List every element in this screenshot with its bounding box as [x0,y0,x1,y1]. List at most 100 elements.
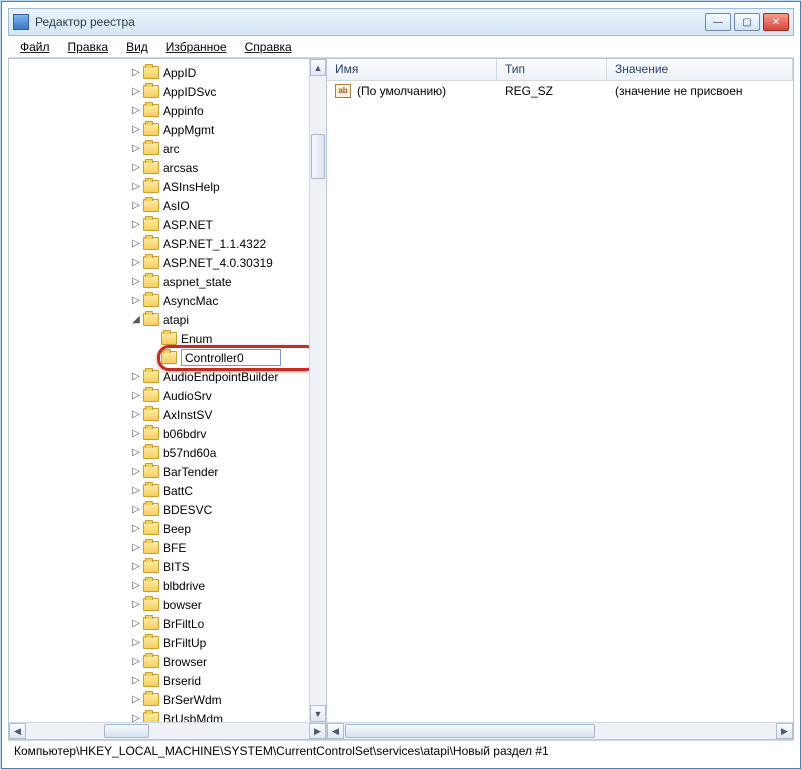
expand-toggle-icon[interactable]: ▷ [129,675,143,686]
list-row[interactable]: ab(По умолчанию)REG_SZ(значение не присв… [327,81,793,100]
scroll-thumb-h[interactable] [104,724,149,738]
tree-node[interactable]: ▷BarTender [129,462,326,481]
column-name[interactable]: Имя [327,59,497,80]
expand-toggle-icon[interactable]: ▷ [129,447,143,458]
tree-node[interactable]: ▷AsyncMac [129,291,326,310]
tree-node[interactable]: ▷arcsas [129,158,326,177]
scroll-left-button[interactable]: ◀ [9,723,26,739]
column-value[interactable]: Значение [607,59,793,80]
expand-toggle-icon[interactable]: ▷ [129,599,143,610]
tree-node[interactable]: ▷ b06bdrv [129,424,326,443]
tree-node[interactable]: ▷Appinfo [129,101,326,120]
expand-toggle-icon[interactable]: ▷ [129,523,143,534]
tree-node[interactable]: ▷Browser [129,652,326,671]
tree-node[interactable]: ▷AppMgmt [129,120,326,139]
expand-toggle-icon[interactable]: ▷ [129,561,143,572]
scroll-right-button[interactable]: ▶ [309,723,326,739]
scroll-up-button[interactable]: ▲ [310,59,326,76]
expand-toggle-icon[interactable]: ▷ [129,504,143,515]
tree-node-label: b06bdrv [163,427,206,441]
minimize-button[interactable]: — [705,13,731,31]
tree-node-label: ASP.NET_1.1.4322 [163,237,266,251]
tree-node[interactable]: ▷ AudioEndpointBuilder [129,367,326,386]
tree-node[interactable]: ◢atapi [129,310,326,329]
tree-node[interactable]: ▷blbdrive [129,576,326,595]
menu-favorites[interactable]: Избранное [158,38,235,56]
tree-node[interactable]: ▷AudioSrv [129,386,326,405]
expand-toggle-icon[interactable]: ▷ [129,390,143,401]
expand-toggle-icon[interactable]: ▷ [129,143,143,154]
tree-node[interactable]: ▷BattC [129,481,326,500]
tree-node[interactable]: Enum [129,329,326,348]
tree-node[interactable]: ▷ASP.NET_4.0.30319 [129,253,326,272]
expand-toggle-icon[interactable]: ▷ [129,257,143,268]
scroll-left-button[interactable]: ◀ [327,723,344,739]
tree-node[interactable]: ▷BFE [129,538,326,557]
expand-toggle-icon[interactable]: ▷ [129,580,143,591]
expand-toggle-icon[interactable]: ▷ [129,124,143,135]
expand-toggle-icon[interactable]: ▷ [129,86,143,97]
menu-help[interactable]: Справка [237,38,300,56]
tree-node[interactable]: ▷aspnet_state [129,272,326,291]
expand-toggle-icon[interactable]: ◢ [129,314,143,325]
tree-node[interactable]: ▷BrSerWdm [129,690,326,709]
tree-node[interactable]: ▷Beep [129,519,326,538]
expand-toggle-icon[interactable]: ▷ [129,618,143,629]
tree-node[interactable]: ▷BITS [129,557,326,576]
expand-toggle-icon[interactable]: ▷ [129,181,143,192]
tree-node[interactable]: ▷BrUsbMdm [129,709,326,722]
vertical-scrollbar[interactable]: ▲ ▼ [309,59,326,722]
tree-node[interactable]: ▷BrFiltUp [129,633,326,652]
close-button[interactable]: ✕ [763,13,789,31]
tree-node[interactable]: ▷AppID [129,63,326,82]
tree-node[interactable]: ▷AxInstSV [129,405,326,424]
expand-toggle-icon[interactable]: ▷ [129,238,143,249]
horizontal-scrollbar-right[interactable]: ◀ ▶ [327,722,793,739]
tree-node[interactable]: ▷ASInsHelp [129,177,326,196]
expand-toggle-icon[interactable]: ▷ [129,295,143,306]
expand-toggle-icon[interactable]: ▷ [129,276,143,287]
expand-toggle-icon[interactable]: ▷ [129,409,143,420]
expand-toggle-icon[interactable]: ▷ [129,466,143,477]
scroll-thumb-h[interactable] [345,724,595,738]
maximize-button[interactable]: ▢ [734,13,760,31]
tree-node[interactable]: ▷ASP.NET [129,215,326,234]
tree-node-label: arc [163,142,180,156]
tree-node[interactable]: ▷BDESVC [129,500,326,519]
list-body[interactable]: ab(По умолчанию)REG_SZ(значение не присв… [327,81,793,722]
expand-toggle-icon[interactable]: ▷ [129,428,143,439]
tree-node-editing[interactable] [129,348,326,367]
tree-node[interactable]: ▷AppIDSvc [129,82,326,101]
expand-toggle-icon[interactable]: ▷ [129,200,143,211]
tree-node[interactable]: ▷BrFiltLo [129,614,326,633]
expand-toggle-icon[interactable]: ▷ [129,105,143,116]
expand-toggle-icon[interactable]: ▷ [129,485,143,496]
tree-node[interactable]: ▷ arc [129,139,326,158]
horizontal-scrollbar-left[interactable]: ◀ ▶ [9,722,326,739]
expand-toggle-icon[interactable]: ▷ [129,694,143,705]
tree-node[interactable]: ▷ ASP.NET_1.1.4322 [129,234,326,253]
tree-node[interactable]: ▷b57nd60a [129,443,326,462]
tree-node-label: AudioEndpointBuilder [163,370,278,384]
tree-node[interactable]: ▷AsIO [129,196,326,215]
expand-toggle-icon[interactable]: ▷ [129,542,143,553]
rename-input[interactable] [181,349,281,366]
menu-file[interactable]: Файл [12,38,58,56]
menu-view[interactable]: Вид [118,38,156,56]
expand-toggle-icon[interactable]: ▷ [129,219,143,230]
scroll-down-button[interactable]: ▼ [310,705,326,722]
column-type[interactable]: Тип [497,59,607,80]
scroll-right-button[interactable]: ▶ [776,723,793,739]
expand-toggle-icon[interactable]: ▷ [129,67,143,78]
expand-toggle-icon[interactable]: ▷ [129,656,143,667]
tree[interactable]: ▷AppID▷AppIDSvc▷Appinfo▷AppMgmt▷arc▷arcs… [9,63,326,722]
expand-toggle-icon[interactable]: ▷ [129,637,143,648]
tree-node[interactable]: ▷bowser [129,595,326,614]
expand-toggle-icon[interactable]: ▷ [129,713,143,722]
expand-toggle-icon[interactable]: ▷ [129,371,143,382]
scroll-thumb[interactable] [311,134,325,179]
menu-edit[interactable]: Правка [60,38,117,56]
folder-icon [143,427,159,440]
expand-toggle-icon[interactable]: ▷ [129,162,143,173]
tree-node[interactable]: ▷Brserid [129,671,326,690]
